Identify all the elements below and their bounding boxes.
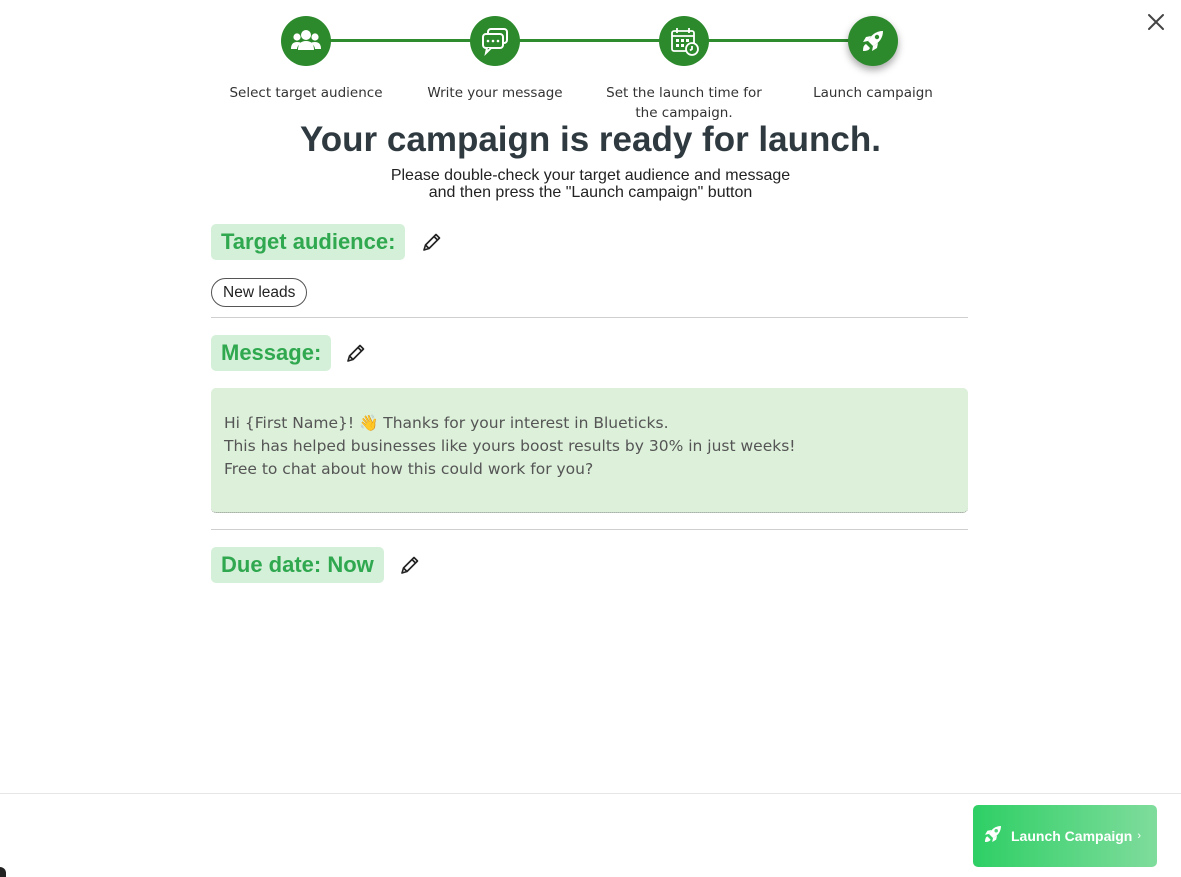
page-subtitle: Please double-check your target audience…	[0, 167, 1181, 201]
launch-campaign-label: Launch Campaign	[1011, 828, 1133, 844]
rocket-icon	[848, 16, 898, 66]
step-write-message[interactable]: Write your message	[410, 16, 580, 103]
step-label: Set the launch time for the campaign.	[606, 85, 762, 121]
rocket-icon	[981, 822, 1005, 851]
message-line: This has helped businesses like yours bo…	[224, 437, 796, 455]
edit-message-icon[interactable]	[344, 341, 368, 365]
step-label: Launch campaign	[813, 85, 933, 101]
campaign-stepper: Select target audience Write your messag…	[200, 16, 980, 126]
close-icon[interactable]	[1144, 10, 1168, 34]
step-label: Select target audience	[229, 85, 383, 101]
message-line: Hi {First Name}! 👋 Thanks for your inter…	[224, 414, 669, 432]
section-divider	[211, 529, 968, 530]
step-set-time[interactable]: Set the launch time for the campaign.	[599, 16, 769, 123]
subtitle-line: Please double-check your target audience…	[390, 167, 791, 184]
step-launch-campaign[interactable]: Launch campaign	[788, 16, 958, 103]
footer-divider	[0, 793, 1181, 794]
edit-due-date-icon[interactable]	[398, 553, 422, 577]
step-label: Write your message	[427, 85, 563, 101]
chat-bubbles-icon	[470, 16, 520, 66]
launch-campaign-button[interactable]: Launch Campaign ›	[973, 805, 1157, 867]
due-date-heading: Due date: Now	[211, 547, 384, 583]
users-icon	[281, 16, 331, 66]
message-preview: Hi {First Name}! 👋 Thanks for your inter…	[211, 388, 968, 513]
message-heading: Message:	[211, 335, 332, 371]
subtitle-line: and then press the "Launch campaign" but…	[428, 184, 753, 201]
message-line: Free to chat about how this could work f…	[224, 460, 594, 478]
audience-tag: New leads	[211, 278, 308, 307]
step-select-audience[interactable]: Select target audience	[221, 16, 391, 103]
chevron-right-icon: ›	[1137, 830, 1142, 842]
calendar-clock-icon	[659, 16, 709, 66]
edit-target-audience-icon[interactable]	[420, 230, 444, 254]
window-corner	[0, 867, 6, 877]
page-title: Your campaign is ready for launch.	[300, 120, 881, 159]
section-divider	[211, 317, 968, 318]
target-audience-heading: Target audience:	[211, 224, 406, 260]
